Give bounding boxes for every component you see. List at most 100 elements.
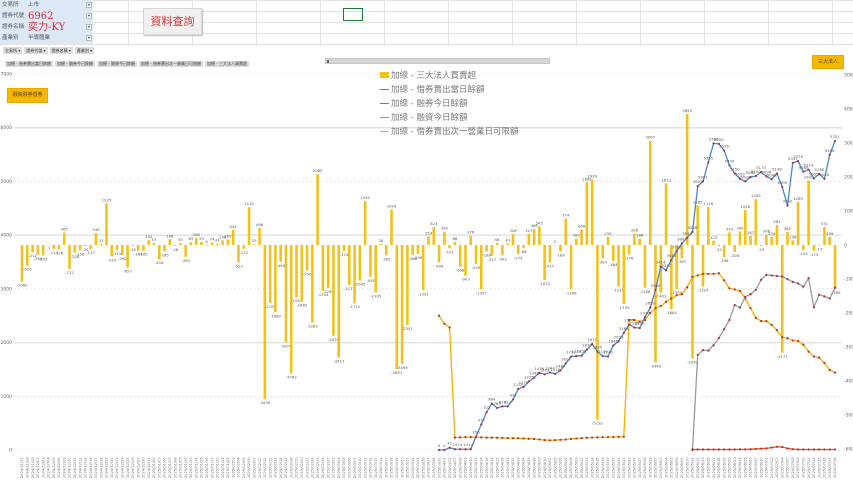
bar (57, 245, 61, 250)
bar (817, 245, 821, 246)
x-axis-date-label: 2025/06/13 (701, 457, 705, 478)
line-point (701, 348, 705, 352)
bar-data-label: 1039 (387, 204, 397, 209)
bar-data-label: 498 (256, 222, 264, 227)
line-point (485, 411, 488, 414)
x-axis-date-label: 2025/03/05 (342, 457, 346, 478)
bar-data-label: 1269 (793, 196, 803, 201)
bar-data-label: -1025 (539, 281, 551, 286)
bar-data-label: -1735 (618, 305, 630, 310)
x-axis-date-label: 2025/06/23 (733, 457, 737, 478)
x-axis-date-label: 2025/02/19 (295, 457, 299, 478)
bar-data-label: -3172 (777, 354, 789, 359)
bar-data-label: -2351 (402, 326, 414, 331)
legend-item: 加總 - 融資今日餘額 (380, 110, 518, 124)
x-axis-date-label: 2025/04/16 (490, 457, 494, 478)
line-point (443, 322, 446, 325)
bar-data-label: 1026 (740, 204, 750, 209)
bar-data-label: 1292 (360, 195, 370, 200)
line-point (728, 318, 731, 322)
x-axis-date-label: 2025/01/07 (168, 457, 172, 478)
x-axis-date-label: 2025/02/20 (300, 457, 304, 478)
line-point (759, 319, 763, 323)
bar (184, 245, 187, 257)
bar (590, 179, 594, 245)
line-point (791, 448, 794, 451)
line-data-label: 5049 (820, 172, 830, 177)
x-axis-date-label: 2025/07/15 (817, 457, 821, 478)
line-data-label: 3847 (677, 236, 687, 241)
x-axis-date-label: 2024/12/30 (142, 457, 146, 478)
bar-data-label: 31 (99, 238, 104, 243)
line-data-label: 5148 (772, 166, 782, 171)
line-point (506, 436, 509, 440)
line-point (559, 438, 562, 441)
right-axis-tick-label: 1000 (844, 209, 853, 215)
bar-data-label: -1045 (354, 282, 366, 287)
bar (543, 245, 546, 280)
line-point (823, 448, 826, 451)
bar (448, 245, 451, 249)
line-data-label: 5040 (767, 172, 777, 177)
x-axis-date-label: 2025/04/01 (443, 457, 447, 478)
left-axis-tick-label: 4000 (1, 233, 13, 239)
line-point (564, 438, 567, 441)
line-point (696, 353, 699, 357)
line-point (664, 300, 668, 303)
bar-data-label: -33 (716, 247, 723, 252)
x-axis-date-label: 2025/01/20 (216, 457, 220, 478)
bar-data-label: 390 (441, 226, 449, 231)
line-point (823, 361, 826, 365)
bar-data-label: -3651 (391, 370, 403, 375)
line-point (464, 448, 467, 451)
bar-data-label: 1813 (661, 177, 671, 182)
line-data-label: 2470 (640, 310, 650, 315)
line-point (738, 448, 742, 451)
line-data-label: 5001 (698, 174, 708, 179)
line-point (712, 344, 715, 347)
bar (395, 245, 399, 370)
bar (289, 245, 293, 374)
bar (823, 226, 826, 245)
x-axis-date-label: 2025/01/10 (184, 457, 188, 478)
x-axis-date-label: 2024/12/03 (41, 457, 45, 478)
line-point (480, 436, 483, 439)
line-point (749, 293, 752, 296)
bar (115, 245, 119, 251)
line-point (786, 447, 789, 450)
line-point (733, 303, 736, 307)
line-point (527, 437, 530, 440)
x-axis-date-label: 2025/03/03 (332, 457, 336, 478)
x-axis-date-label: 2025/06/12 (696, 457, 700, 478)
bar (427, 236, 430, 245)
x-axis-date-label: 2025/05/19 (606, 457, 610, 478)
line-point (786, 204, 789, 207)
bar (733, 245, 736, 253)
x-axis-date-label: 2025/03/27 (427, 457, 431, 478)
x-axis-date-label: 2025/06/16 (706, 457, 710, 478)
bar (553, 244, 557, 246)
line-point (833, 286, 837, 289)
x-axis-date-label: 2025/03/26 (421, 457, 425, 478)
line-point (775, 172, 779, 175)
x-axis-date-label: 2025/04/29 (538, 457, 542, 478)
line-point (796, 339, 800, 343)
left-axis-tick-label: 5000 (1, 179, 13, 185)
bar-data-label: 267 (747, 230, 755, 235)
bar (765, 234, 768, 245)
x-axis-date-label: 2025/02/10 (258, 457, 262, 478)
line-data-label: 250 (472, 430, 480, 435)
line-data-label: 1971 (587, 337, 597, 342)
bar-data-label: 1116 (703, 201, 713, 206)
x-axis-date-label: 2025/03/04 (337, 457, 341, 478)
x-axis-date-label: 2025/06/18 (717, 457, 721, 478)
line-data-label: 939 (509, 393, 517, 398)
bar-data-label: -290 (118, 256, 127, 261)
bar-data-label: 57 (152, 237, 157, 242)
x-axis-date-label: 2025/06/20 (728, 457, 732, 478)
x-axis-date-label: 2025/02/26 (321, 457, 325, 478)
bar (163, 245, 166, 252)
line-point (744, 448, 747, 451)
bar-data-label: 456 (578, 223, 586, 228)
x-axis-date-label: 2025/06/24 (738, 457, 742, 478)
